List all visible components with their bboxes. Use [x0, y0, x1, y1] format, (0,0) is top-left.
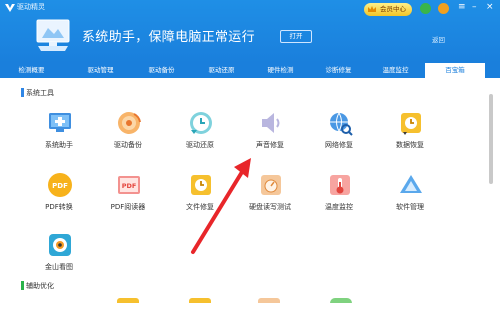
- tool-label: PDF阅读器: [110, 203, 146, 211]
- tool-software-manager[interactable]: 软件管理: [380, 172, 440, 224]
- tool-label: 温度监控: [325, 203, 353, 211]
- tool-label: 系统助手: [45, 141, 73, 149]
- section-title-system-tools: 系统工具: [26, 89, 54, 97]
- tool-system-assistant[interactable]: 系统助手: [29, 110, 89, 162]
- back-link[interactable]: 返回: [432, 34, 445, 44]
- tab-driver-backup[interactable]: 驱动备份: [132, 63, 191, 78]
- pdf-convert-icon: PDF: [48, 173, 72, 197]
- tool-pdf-reader[interactable]: PDF PDF阅读器: [98, 172, 158, 224]
- tool-label: 网络修复: [325, 141, 353, 149]
- tool-label: 声音修复: [256, 141, 284, 149]
- tool-label: 硬盘读写测试: [249, 203, 291, 211]
- tab-overview[interactable]: 检测概要: [2, 63, 61, 78]
- backup-disc-icon: [118, 112, 141, 134]
- svg-text:PDF: PDF: [52, 182, 68, 190]
- tool-driver-backup[interactable]: 驱动备份: [98, 110, 158, 162]
- user-avatar-icon[interactable]: [420, 3, 431, 14]
- partial-tool-icon: [117, 298, 139, 303]
- tool-network-repair[interactable]: 网络修复: [309, 110, 369, 162]
- member-center-button[interactable]: 会员中心: [364, 3, 412, 16]
- section-title-assist: 辅助优化: [26, 282, 54, 290]
- restore-clock-icon: [190, 112, 212, 134]
- tool-label: 数据恢复: [396, 141, 424, 149]
- tool-sound-repair[interactable]: 声音修复: [240, 110, 300, 162]
- tool-disk-test[interactable]: 硬盘读写测试: [240, 172, 300, 224]
- globe-search-icon: [330, 112, 353, 136]
- tool-label: 驱动备份: [114, 141, 142, 149]
- app-logo-icon: [5, 4, 15, 12]
- close-icon[interactable]: ×: [486, 2, 494, 12]
- partial-tool-icon: [258, 298, 280, 303]
- header: 驱动精灵 会员中心 ≡ – × 系统助手，保障电脑正常运行 打开 返回: [0, 0, 500, 63]
- image-viewer-icon: [49, 234, 71, 256]
- disk-speed-icon: [261, 175, 281, 195]
- member-center-label: 会员中心: [380, 5, 406, 13]
- software-manager-icon: [400, 175, 422, 193]
- file-repair-icon: [191, 175, 211, 195]
- tool-temperature-monitor[interactable]: 温度监控: [309, 172, 369, 224]
- tool-label: 文件修复: [186, 203, 214, 211]
- monitor-plus-icon: [49, 113, 71, 132]
- tab-bar: 检测概要 驱动管理 驱动备份 驱动还原 硬件检测 诊断修复 温度监控 百宝箱: [0, 63, 500, 78]
- partial-tool-icon: [330, 298, 352, 303]
- minimize-icon[interactable]: –: [472, 2, 477, 12]
- computer-box-icon: [36, 19, 70, 51]
- tool-file-repair[interactable]: 文件修复: [170, 172, 230, 224]
- tab-diagnose-repair[interactable]: 诊断修复: [309, 63, 368, 78]
- tab-driver-manage[interactable]: 驱动管理: [71, 63, 130, 78]
- data-recovery-icon: [401, 113, 421, 135]
- tab-temperature[interactable]: 温度监控: [366, 63, 425, 78]
- tool-data-recovery[interactable]: 数据恢复: [380, 110, 440, 162]
- menu-icon[interactable]: ≡: [458, 2, 466, 12]
- speaker-icon: [262, 113, 280, 133]
- tab-toolbox[interactable]: 百宝箱: [425, 63, 485, 78]
- tab-hardware-check[interactable]: 硬件检测: [251, 63, 310, 78]
- tab-driver-restore[interactable]: 驱动还原: [192, 63, 251, 78]
- open-button[interactable]: 打开: [280, 30, 312, 43]
- crown-icon: [368, 6, 376, 12]
- gamepad-icon[interactable]: [438, 3, 449, 14]
- pdf-reader-icon: PDF: [118, 176, 140, 194]
- section-marker: [21, 281, 24, 290]
- scrollbar-thumb[interactable]: [489, 94, 493, 184]
- tool-label: PDF转换: [45, 203, 73, 211]
- tool-driver-restore[interactable]: 驱动还原: [170, 110, 230, 162]
- thermometer-icon: [330, 175, 350, 195]
- tool-label: 软件管理: [396, 203, 424, 211]
- section-marker: [21, 88, 24, 97]
- app-title: 驱动精灵: [17, 3, 45, 11]
- tool-label: 金山看图: [45, 263, 73, 271]
- tool-label: 驱动还原: [186, 141, 214, 149]
- partial-tool-icon: [189, 298, 211, 303]
- svg-text:PDF: PDF: [122, 182, 137, 190]
- hero-headline: 系统助手，保障电脑正常运行: [82, 30, 255, 45]
- tool-image-viewer[interactable]: 金山看图: [29, 232, 89, 284]
- tool-pdf-convert[interactable]: PDF PDF转换: [29, 172, 89, 224]
